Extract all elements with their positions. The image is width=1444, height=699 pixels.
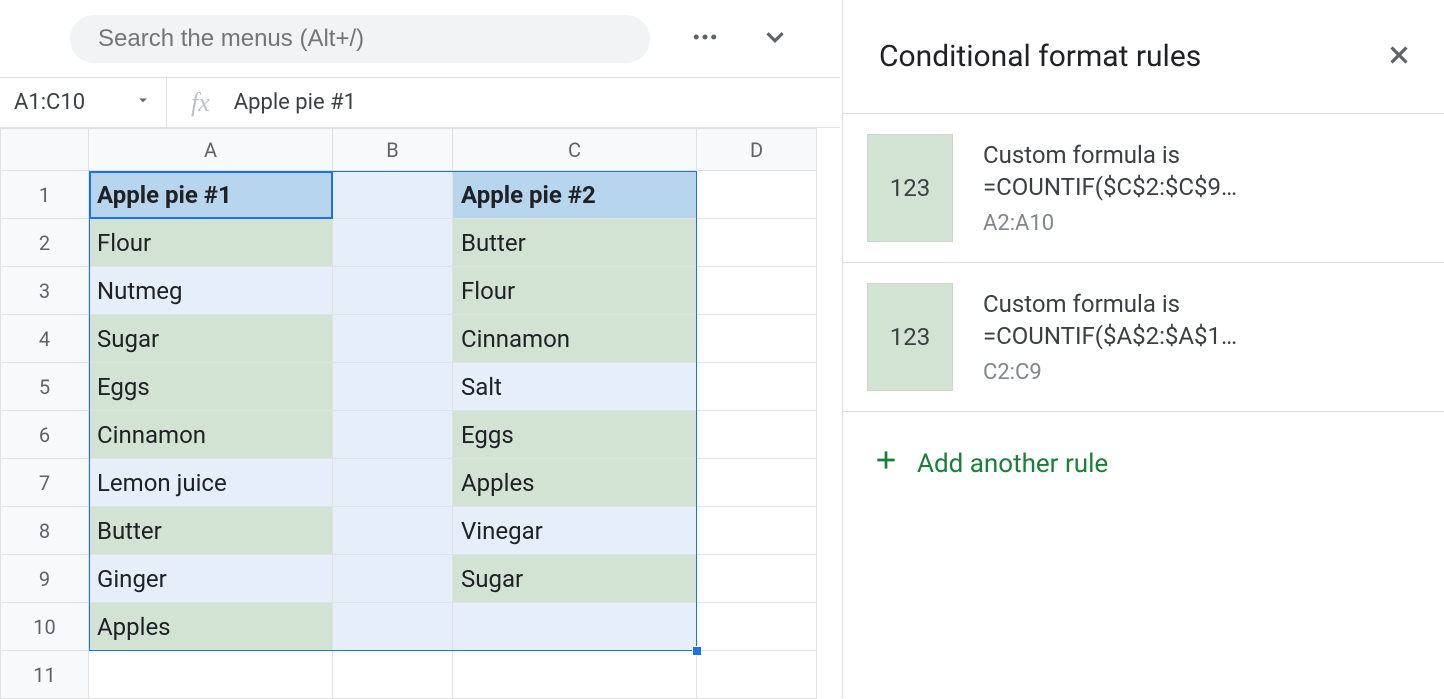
row-header-8[interactable]: 8 xyxy=(1,507,89,555)
formula-bar: A1:C10 fx Apple pie #1 xyxy=(0,78,840,128)
row-header-7[interactable]: 7 xyxy=(1,459,89,507)
cell-C10[interactable] xyxy=(453,603,697,651)
cell-C3[interactable]: Flour xyxy=(453,267,697,315)
row-header-1[interactable]: 1 xyxy=(1,171,89,219)
row-header-6[interactable]: 6 xyxy=(1,411,89,459)
format-rule-1[interactable]: 123 Custom formula is =COUNTIF($A$2:$A$1… C… xyxy=(843,263,1444,412)
cell-B2[interactable] xyxy=(333,219,453,267)
col-header-C[interactable]: C xyxy=(453,129,697,171)
cell-A9[interactable]: Ginger xyxy=(89,555,333,603)
more-icon[interactable] xyxy=(690,22,720,56)
cell-C7[interactable]: Apples xyxy=(453,459,697,507)
cell-D2[interactable] xyxy=(697,219,817,267)
name-box-value: A1:C10 xyxy=(14,90,85,115)
rule-condition-label: Custom formula is xyxy=(983,141,1414,169)
cell-B4[interactable] xyxy=(333,315,453,363)
cell-A7[interactable]: Lemon juice xyxy=(89,459,333,507)
select-all-corner[interactable] xyxy=(1,129,89,171)
cell-B8[interactable] xyxy=(333,507,453,555)
row-header-2[interactable]: 2 xyxy=(1,219,89,267)
cell-B10[interactable] xyxy=(333,603,453,651)
name-box[interactable]: A1:C10 xyxy=(0,78,167,127)
cell-B3[interactable] xyxy=(333,267,453,315)
rule-formula: =COUNTIF($C$2:$C$9… xyxy=(983,173,1414,201)
rule-swatch: 123 xyxy=(867,283,953,391)
row-header-11[interactable]: 11 xyxy=(1,651,89,699)
cell-A2[interactable]: Flour xyxy=(89,219,333,267)
cell-A1[interactable]: Apple pie #1 xyxy=(89,171,333,219)
col-header-D[interactable]: D xyxy=(697,129,817,171)
formula-value[interactable]: Apple pie #1 xyxy=(234,90,356,115)
cell-D11[interactable] xyxy=(697,651,817,699)
cell-D5[interactable] xyxy=(697,363,817,411)
close-icon[interactable] xyxy=(1384,40,1414,74)
plus-icon xyxy=(873,446,899,481)
col-header-B[interactable]: B xyxy=(333,129,453,171)
cell-C5[interactable]: Salt xyxy=(453,363,697,411)
cell-A10[interactable]: Apples xyxy=(89,603,333,651)
cell-C2[interactable]: Butter xyxy=(453,219,697,267)
rule-list: 123 Custom formula is =COUNTIF($C$2:$C$9… A… xyxy=(843,114,1444,412)
cell-C1[interactable]: Apple pie #2 xyxy=(453,171,697,219)
cell-D10[interactable] xyxy=(697,603,817,651)
cell-D8[interactable] xyxy=(697,507,817,555)
cell-A5[interactable]: Eggs xyxy=(89,363,333,411)
rule-formula: =COUNTIF($A$2:$A$1… xyxy=(983,322,1414,350)
format-rule-0[interactable]: 123 Custom formula is =COUNTIF($C$2:$C$9… A… xyxy=(843,114,1444,263)
cell-D4[interactable] xyxy=(697,315,817,363)
search-input[interactable] xyxy=(70,15,650,63)
cell-D9[interactable] xyxy=(697,555,817,603)
cell-D6[interactable] xyxy=(697,411,817,459)
cell-A11[interactable] xyxy=(89,651,333,699)
cell-B9[interactable] xyxy=(333,555,453,603)
cell-D1[interactable] xyxy=(697,171,817,219)
dropdown-icon xyxy=(134,90,152,115)
cell-C9[interactable]: Sugar xyxy=(453,555,697,603)
row-header-5[interactable]: 5 xyxy=(1,363,89,411)
rule-range: A2:A10 xyxy=(983,211,1414,236)
rule-range: C2:C9 xyxy=(983,360,1414,385)
row-header-9[interactable]: 9 xyxy=(1,555,89,603)
cell-A6[interactable]: Cinnamon xyxy=(89,411,333,459)
toolbar xyxy=(0,0,840,78)
add-rule-button[interactable]: Add another rule xyxy=(843,412,1444,515)
spreadsheet-grid[interactable]: ABCD1Apple pie #1Apple pie #22FlourButte… xyxy=(0,128,840,699)
chevron-down-icon[interactable] xyxy=(760,22,790,56)
cell-B5[interactable] xyxy=(333,363,453,411)
cell-A4[interactable]: Sugar xyxy=(89,315,333,363)
cell-B1[interactable] xyxy=(333,171,453,219)
cell-A8[interactable]: Butter xyxy=(89,507,333,555)
conditional-format-sidebar: Conditional format rules 123 Custom formu… xyxy=(842,0,1444,698)
cell-C6[interactable]: Eggs xyxy=(453,411,697,459)
col-header-A[interactable]: A xyxy=(89,129,333,171)
cell-B6[interactable] xyxy=(333,411,453,459)
cell-B7[interactable] xyxy=(333,459,453,507)
row-header-10[interactable]: 10 xyxy=(1,603,89,651)
cell-C11[interactable] xyxy=(453,651,697,699)
cell-A3[interactable]: Nutmeg xyxy=(89,267,333,315)
cell-C4[interactable]: Cinnamon xyxy=(453,315,697,363)
row-header-3[interactable]: 3 xyxy=(1,267,89,315)
cell-D3[interactable] xyxy=(697,267,817,315)
sidebar-title: Conditional format rules xyxy=(879,39,1201,74)
cell-C8[interactable]: Vinegar xyxy=(453,507,697,555)
rule-condition-label: Custom formula is xyxy=(983,290,1414,318)
cell-D7[interactable] xyxy=(697,459,817,507)
add-rule-label: Add another rule xyxy=(917,449,1108,479)
cell-B11[interactable] xyxy=(333,651,453,699)
row-header-4[interactable]: 4 xyxy=(1,315,89,363)
rule-swatch: 123 xyxy=(867,134,953,242)
fx-icon: fx xyxy=(167,88,234,118)
